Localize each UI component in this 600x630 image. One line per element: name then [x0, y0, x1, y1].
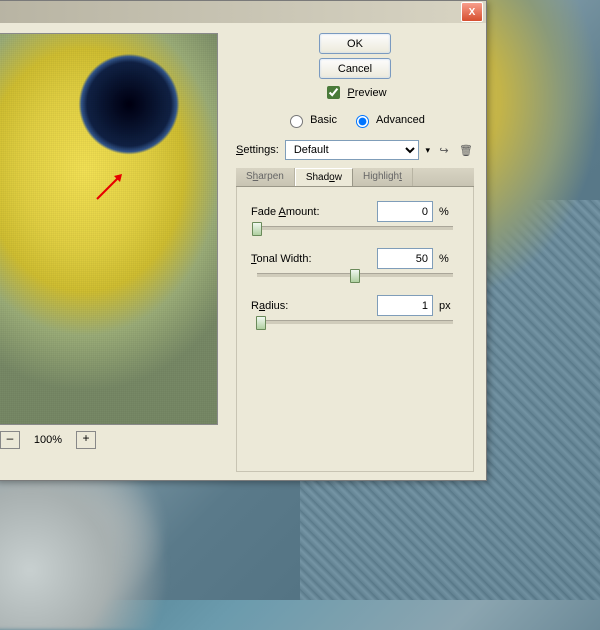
zoom-in-button[interactable]: +: [76, 431, 96, 449]
tab-content: Fade Amount: % Tonal Width: % Radius:: [236, 187, 474, 472]
tab-shadow[interactable]: Shadow: [295, 168, 353, 186]
tonal-slider[interactable]: [257, 273, 453, 277]
fade-unit: %: [439, 206, 459, 218]
tonal-width-row: Tonal Width: %: [251, 248, 459, 269]
tonal-unit: %: [439, 253, 459, 265]
radio-advanced[interactable]: Advanced: [351, 112, 425, 128]
advanced-radio[interactable]: [356, 115, 369, 128]
settings-arrow-icon: ▾: [425, 145, 430, 156]
controls-column: OK Cancel Preview Basic Advanced Sett: [224, 33, 474, 472]
close-icon: X: [469, 7, 476, 18]
tonal-slider-thumb[interactable]: [350, 269, 360, 283]
preview-label: Preview: [347, 87, 386, 99]
fade-slider-thumb[interactable]: [252, 222, 262, 236]
radio-basic[interactable]: Basic: [285, 112, 337, 128]
cancel-button[interactable]: Cancel: [319, 58, 391, 79]
tab-highlight[interactable]: Highlight: [353, 168, 413, 186]
delete-preset-icon[interactable]: 🗑: [458, 142, 474, 158]
smart-sharpen-dialog: X – 100% + OK Cancel: [0, 0, 487, 481]
zoom-level: 100%: [30, 434, 66, 446]
fade-amount-row: Fade Amount: %: [251, 201, 459, 222]
dialog-buttons: OK Cancel Preview: [236, 33, 474, 102]
fade-label: Fade Amount:: [251, 206, 341, 218]
dialog-titlebar[interactable]: X: [0, 1, 486, 23]
radius-slider[interactable]: [257, 320, 453, 324]
radius-slider-thumb[interactable]: [256, 316, 266, 330]
settings-row: Settings: Default ▾ ↪ 🗑: [236, 140, 474, 160]
tonal-label: Tonal Width:: [251, 253, 341, 265]
tonal-input[interactable]: [377, 248, 433, 269]
ok-button[interactable]: OK: [319, 33, 391, 54]
preview-toggle[interactable]: Preview: [323, 83, 386, 102]
mode-radios: Basic Advanced: [236, 112, 474, 128]
settings-label: Settings:: [236, 144, 279, 156]
preview-checkbox[interactable]: [327, 86, 340, 99]
preview-column: – 100% +: [0, 33, 224, 472]
fade-input[interactable]: [377, 201, 433, 222]
preview-noise-overlay: [0, 34, 217, 424]
radius-input[interactable]: [377, 295, 433, 316]
radius-unit: px: [439, 300, 459, 312]
zoom-out-button[interactable]: –: [0, 431, 20, 449]
settings-dropdown[interactable]: Default: [285, 140, 420, 160]
save-preset-icon[interactable]: ↪: [436, 142, 452, 158]
annotation-arrow-icon: [92, 164, 132, 204]
fade-slider[interactable]: [257, 226, 453, 230]
close-button[interactable]: X: [461, 2, 483, 22]
tab-strip: Sharpen Shadow Highlight: [236, 168, 474, 187]
tab-sharpen[interactable]: Sharpen: [236, 168, 295, 186]
basic-radio[interactable]: [290, 115, 303, 128]
zoom-controls: – 100% +: [0, 425, 224, 455]
radius-row: Radius: px: [251, 295, 459, 316]
radius-label: Radius:: [251, 300, 341, 312]
preview-image[interactable]: [0, 33, 218, 425]
